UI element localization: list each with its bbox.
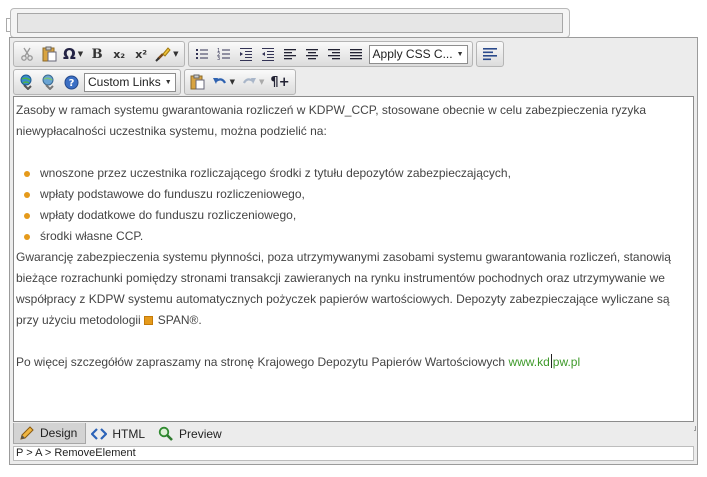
paragraph-style-icon [482, 48, 497, 61]
custom-links-dropdown[interactable]: Custom Links ▼ [84, 72, 176, 92]
paste-from-word-button[interactable] [188, 72, 208, 92]
bulleted-list-button[interactable] [192, 44, 212, 64]
code-icon [91, 426, 108, 442]
element-path: P > A > RemoveElement [16, 447, 136, 459]
document-link-icon [143, 316, 153, 325]
title-input[interactable] [17, 13, 563, 33]
tab-html-label: HTML [112, 426, 146, 441]
toolbar-group-formatting: Ω ▼ B x₂ x² ▼ [13, 41, 185, 67]
magnifier-icon [158, 426, 174, 442]
insert-link-button[interactable] [17, 72, 37, 92]
list-item: wpłaty podstawowe do funduszu rozliczeni… [24, 184, 691, 205]
indent-icon [239, 48, 252, 61]
superscript-button[interactable]: x² [131, 44, 151, 64]
guarantee-paragraph: Gwarancję zabezpieczenia systemu płynnoś… [16, 247, 691, 331]
undo-button[interactable]: ▼ [210, 72, 237, 92]
tab-design-label: Design [40, 426, 78, 440]
title-field-wrapper [10, 8, 570, 38]
toolbar-group-edit: ▼ ▼ ¶+ [183, 69, 296, 95]
svg-text:?: ? [68, 78, 74, 89]
toolbar-row-1: Ω ▼ B x₂ x² ▼ 123 Apply CSS C... ▼ [13, 41, 507, 67]
toolbar-row-2: ? Custom Links ▼ ▼ ▼ ¶+ [13, 69, 299, 95]
paint-brush-icon [155, 47, 171, 62]
pencil-icon [19, 425, 35, 441]
chevron-down-icon: ▼ [77, 50, 84, 58]
text-cursor [550, 354, 552, 368]
guarantee-text: Gwarancję zabezpieczenia systemu płynnoś… [16, 250, 671, 327]
list-item: wpłaty dodatkowe do funduszu rozliczenio… [24, 205, 691, 226]
help-button[interactable]: ? [61, 72, 81, 92]
remove-link-button[interactable] [39, 72, 59, 92]
pilcrow-icon: ¶+ [270, 74, 290, 90]
subscript-button[interactable]: x₂ [109, 44, 129, 64]
globe-unlink-icon [42, 74, 54, 90]
link-text-end: pw.pl [552, 355, 581, 369]
redo-button[interactable]: ▼ [239, 72, 266, 92]
align-justify-icon [349, 49, 362, 60]
paragraph-style-button[interactable] [480, 44, 500, 64]
resource-list: wnoszone przez uczestnika rozliczającego… [16, 163, 691, 247]
list-item: środki własne CCP. [24, 226, 691, 247]
span-text: SPAN®. [157, 313, 202, 327]
cut-button[interactable] [17, 44, 37, 64]
list-item: wnoszone przez uczestnika rozliczającego… [24, 163, 691, 184]
paste-button[interactable] [39, 44, 59, 64]
more-info-text: Po więcej szczegółów zapraszamy na stron… [16, 355, 506, 369]
tab-preview[interactable]: Preview [153, 423, 230, 444]
format-painter-button[interactable]: ▼ [153, 44, 180, 64]
align-right-button[interactable] [324, 44, 344, 64]
rich-text-editor: Ω ▼ B x₂ x² ▼ 123 Apply CSS C... ▼ ? Cus… [9, 37, 698, 465]
paragraph-marks-button[interactable]: ¶+ [268, 72, 291, 92]
custom-links-label: Custom Links [88, 75, 161, 89]
help-icon: ? [64, 75, 78, 89]
align-left-icon [283, 49, 296, 60]
numbered-list-icon: 123 [217, 48, 230, 61]
insert-symbol-button[interactable]: Ω ▼ [61, 44, 85, 64]
clipboard-icon [190, 74, 205, 90]
bold-button[interactable]: B [87, 44, 107, 64]
undo-icon [212, 78, 226, 84]
editor-mode-tabs: Design HTML Preview [13, 423, 694, 444]
align-left-button[interactable] [280, 44, 300, 64]
align-center-button[interactable] [302, 44, 322, 64]
bulleted-list-icon [195, 49, 208, 59]
intro-paragraph: Zasoby w ramach systemu gwarantowania ro… [16, 103, 647, 138]
element-path-bar: P > A > RemoveElement [13, 446, 694, 461]
globe-link-icon [20, 74, 32, 90]
toolbar-group-styles [475, 41, 504, 67]
chevron-down-icon: ▼ [456, 50, 464, 58]
scissors-icon [21, 47, 33, 61]
align-center-icon [305, 49, 318, 60]
tab-preview-label: Preview [179, 426, 222, 441]
justify-button[interactable] [346, 44, 366, 64]
toolbar-group-links: ? Custom Links ▼ [13, 69, 181, 95]
chevron-down-icon: ▼ [164, 78, 172, 86]
outdent-button[interactable] [258, 44, 278, 64]
link-text-start: www.kd [508, 355, 550, 369]
omega-icon: Ω [63, 45, 76, 63]
clipboard-icon [42, 46, 56, 62]
tab-design[interactable]: Design [13, 423, 87, 444]
toolbar-group-paragraph: 123 Apply CSS C... ▼ [187, 41, 473, 67]
subscript-icon: x₂ [113, 47, 126, 61]
chevron-down-icon: ▼ [259, 78, 265, 86]
chevron-down-icon: ▼ [173, 50, 179, 58]
editor-content-area[interactable]: Zasoby w ramach systemu gwarantowania ro… [13, 96, 694, 422]
outdent-icon [261, 48, 274, 61]
indent-button[interactable] [236, 44, 256, 64]
align-right-icon [327, 49, 340, 60]
bold-icon: B [91, 46, 103, 62]
superscript-icon: x² [135, 47, 148, 61]
more-info-paragraph: Po więcej szczegółów zapraszamy na stron… [16, 352, 691, 373]
chevron-down-icon: ▼ [229, 78, 236, 86]
numbered-list-button[interactable]: 123 [214, 44, 234, 64]
apply-css-class-dropdown[interactable]: Apply CSS C... ▼ [368, 44, 468, 64]
redo-icon [243, 78, 257, 84]
tab-html[interactable]: HTML [86, 423, 153, 444]
apply-css-class-label: Apply CSS C... [372, 47, 453, 61]
svg-text:3: 3 [217, 56, 220, 61]
kdpw-link[interactable]: www.kd pw.pl [508, 354, 581, 369]
